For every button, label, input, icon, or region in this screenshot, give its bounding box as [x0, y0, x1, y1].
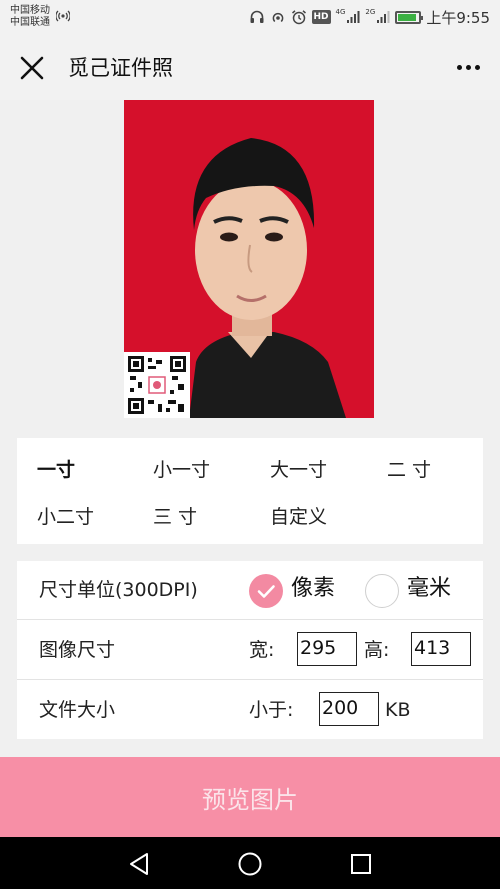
- height-label: 高:: [364, 639, 390, 661]
- back-button[interactable]: [124, 849, 154, 879]
- width-input[interactable]: 295: [297, 632, 357, 666]
- carrier-1: 中国移动: [10, 5, 50, 16]
- battery-level: [398, 13, 417, 21]
- signal-icon: [347, 11, 360, 23]
- headphones-icon: [250, 10, 264, 23]
- less-than-label: 小于:: [249, 699, 294, 721]
- size-option-small-one-inch[interactable]: 小一寸: [153, 458, 210, 482]
- status-icons: HD 4G 2G 上午9:55: [249, 8, 490, 27]
- home-icon: [238, 852, 262, 876]
- unit-mm-label[interactable]: 毫米: [407, 575, 451, 603]
- unit-label: 尺寸单位(300DPI): [39, 579, 198, 601]
- system-nav-bar: [0, 837, 500, 889]
- status-time: 上午9:55: [426, 8, 490, 27]
- alarm-icon: [291, 10, 306, 25]
- size-option-three-inch[interactable]: 三 寸: [153, 505, 197, 529]
- unit-pixel-radio[interactable]: [249, 574, 283, 608]
- network-type-1: 4G: [335, 8, 346, 16]
- unit-row: 尺寸单位(300DPI) 像素 毫米: [17, 561, 483, 620]
- signal-icon: [377, 11, 390, 23]
- close-icon: [20, 56, 44, 80]
- qr-code: [124, 352, 190, 418]
- hotspot-icon: [56, 10, 70, 22]
- carrier-info: 中国移动 中国联通: [10, 5, 50, 29]
- hotspot-icon: [272, 12, 283, 23]
- network-type-2: 2G: [365, 8, 376, 16]
- battery-icon: [395, 10, 424, 24]
- size-option-two-inch[interactable]: 二 寸: [387, 458, 431, 482]
- file-size-row: 文件大小 小于: 200 KB: [17, 681, 483, 740]
- hd-badge: HD: [311, 10, 331, 24]
- status-bar: 中国移动 中国联通 HD 4G 2G 上午9:55: [0, 0, 500, 34]
- image-size-row: 图像尺寸 宽: 295 高: 413: [17, 621, 483, 680]
- recents-button[interactable]: [346, 849, 376, 879]
- preview-button[interactable]: 预览图片: [0, 757, 500, 837]
- title-bar: 觅己证件照: [0, 34, 500, 100]
- size-presets: 一寸 小一寸 大一寸 二 寸 小二寸 三 寸 自定义: [17, 438, 483, 544]
- image-size-label: 图像尺寸: [39, 639, 116, 661]
- qr-code-icon: [128, 356, 186, 414]
- close-button[interactable]: [14, 50, 50, 86]
- photo-settings: 尺寸单位(300DPI) 像素 毫米 图像尺寸 宽: 295 高: 413 文件…: [17, 561, 483, 739]
- more-icon: [456, 64, 462, 70]
- check-icon: [257, 585, 275, 598]
- recents-icon: [351, 854, 371, 874]
- more-icon-dot: [474, 64, 480, 70]
- size-option-custom[interactable]: 自定义: [270, 505, 327, 529]
- back-icon: [130, 853, 148, 875]
- carrier-2: 中国联通: [10, 17, 50, 28]
- size-option-small-two-inch[interactable]: 小二寸: [37, 505, 94, 529]
- id-photo: [124, 100, 374, 418]
- file-size-label: 文件大小: [39, 699, 116, 721]
- width-label: 宽:: [249, 639, 275, 661]
- unit-pixel-label[interactable]: 像素: [291, 575, 335, 603]
- home-button[interactable]: [235, 849, 265, 879]
- more-icon-dot: [465, 64, 471, 70]
- file-size-unit: KB: [385, 699, 411, 721]
- page-title: 觅己证件照: [68, 56, 173, 80]
- size-option-large-one-inch[interactable]: 大一寸: [270, 458, 327, 482]
- height-input[interactable]: 413: [411, 632, 471, 666]
- unit-mm-radio[interactable]: [365, 574, 399, 608]
- size-option-one-inch[interactable]: 一寸: [37, 458, 75, 482]
- more-button[interactable]: [450, 52, 486, 82]
- file-size-input[interactable]: 200: [319, 692, 379, 726]
